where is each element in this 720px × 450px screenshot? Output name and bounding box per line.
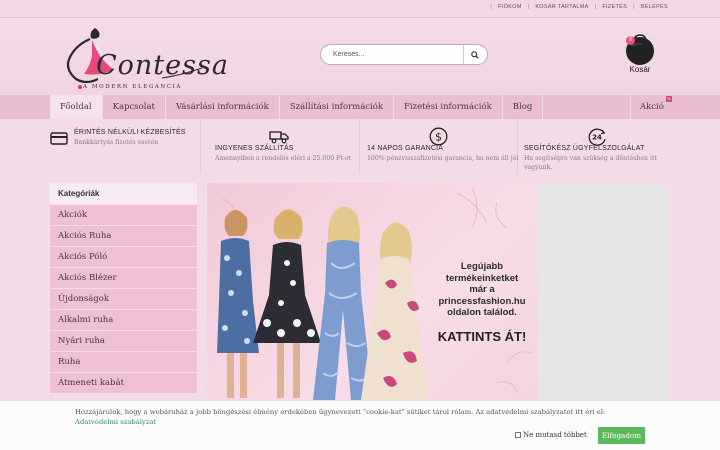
- search-input[interactable]: [321, 51, 463, 58]
- credit-card-icon: [50, 132, 68, 145]
- feature-desc: Bankkártyás fizetés esetén: [74, 139, 159, 146]
- promo-banner[interactable]: Legújabb termékeinketket már a princessf…: [207, 183, 538, 400]
- 24h-icon: 24: [588, 128, 606, 146]
- category-item-new[interactable]: Újdonságok: [50, 288, 197, 309]
- svg-text:$: $: [435, 130, 442, 143]
- category-heading: Kategóriák: [50, 183, 197, 204]
- category-sidebar: Kategóriák Akciók Akciós Ruha Akciós Pól…: [50, 183, 197, 393]
- category-item-occasion-dress[interactable]: Alkalmi ruha: [50, 309, 197, 330]
- account-links: | FIÓKOM | KOSÁR TARTALMA | FIZETÉS | BE…: [490, 4, 668, 10]
- nav-items: Főoldal Kapcsolat Vásárlási információk …: [50, 95, 544, 119]
- feature-title: 14 NAPOS GARANCIA: [367, 145, 444, 152]
- feature-title: ÉRINTÉS NÉLKÜLI KÉZBESÍTÉS: [74, 129, 186, 136]
- category-item-sale-tshirt[interactable]: Akciós Póló: [50, 246, 197, 267]
- feature-title: INGYENES SZÁLLÍTÁS: [215, 145, 294, 152]
- nav-item-shipping-info[interactable]: Szállítási információk: [280, 95, 395, 119]
- checkout-link[interactable]: FIZETÉS: [602, 4, 627, 10]
- feature-guarantee: $ 14 NAPOS GARANCIA 100% pénzvisszafizet…: [360, 119, 518, 174]
- nav-item-payment-info[interactable]: Fizetési információk: [394, 95, 503, 119]
- accept-cookies-button[interactable]: Elfogadom: [598, 427, 645, 444]
- category-item-sale-blazer[interactable]: Akciós Blézer: [50, 267, 197, 288]
- cart-label: Kosár: [629, 65, 651, 74]
- feature-desc: Amennyiben a rendelés eléri a 25.000 Ft-…: [215, 155, 352, 162]
- nav-item-contact[interactable]: Kapcsolat: [103, 95, 166, 119]
- nav-item-shopping-info[interactable]: Vásárlási információk: [166, 95, 280, 119]
- percent-badge-icon: %: [665, 96, 672, 102]
- category-item-summer-dress[interactable]: Nyári ruha: [50, 330, 197, 351]
- nav-item-sale[interactable]: Akció %: [630, 95, 673, 119]
- cart-contents-link[interactable]: KOSÁR TARTALMA: [535, 4, 588, 10]
- category-item-dress[interactable]: Ruha: [50, 351, 197, 372]
- feature-contactless: ÉRINTÉS NÉLKÜLI KÉZBESÍTÉS Bankkártyás f…: [40, 119, 201, 174]
- category-item-sale-dress[interactable]: Akciós Ruha: [50, 225, 197, 246]
- feature-title: SEGÍTŐKÉSZ ÜGYFÉLSZOLGÁLAT: [524, 145, 645, 152]
- feature-desc: 100% pénzvisszafizetési garancia, ha nem…: [367, 155, 519, 162]
- truck-icon: [269, 131, 289, 144]
- cookie-consent-bar: Hozzájárulok, hogy a webáruház a jobb bö…: [0, 400, 720, 450]
- main-nav: Főoldal Kapcsolat Vásárlási információk …: [0, 95, 720, 119]
- category-item-transition-coat[interactable]: Átmeneti kabát: [50, 372, 197, 393]
- logo-dot: [78, 85, 82, 89]
- dont-show-again-checkbox[interactable]: Ne mutasd többet: [515, 431, 587, 439]
- login-link[interactable]: BELÉPÉS: [641, 4, 668, 10]
- feature-free-shipping: INGYENES SZÁLLÍTÁS Amennyiben a rendelés…: [201, 119, 360, 174]
- site-logo[interactable]: Contessa A MODERN ELEGANCIA: [50, 22, 228, 92]
- category-item-sales[interactable]: Akciók: [50, 204, 197, 225]
- dollar-icon: $: [429, 127, 448, 146]
- cart-count-badge: 0: [626, 36, 635, 45]
- feature-support: 24 SEGÍTŐKÉSZ ÜGYFÉLSZOLGÁLAT Ha segítsé…: [518, 119, 670, 174]
- checkbox-label: Ne mutasd többet: [523, 431, 587, 439]
- search-icon: [470, 50, 479, 59]
- search-button[interactable]: [463, 45, 485, 64]
- nav-item-home[interactable]: Főoldal: [50, 95, 103, 119]
- privacy-policy-link[interactable]: Adatvédelmi szabályzat: [75, 418, 156, 426]
- feature-strip: ÉRINTÉS NÉLKÜLI KÉZBESÍTÉS Bankkártyás f…: [0, 119, 720, 174]
- nav-item-blog[interactable]: Blog: [503, 95, 544, 119]
- cart-button[interactable]: 0 Kosár: [620, 32, 660, 82]
- feature-desc: Ha segítségre van szükség a döntésben it…: [524, 155, 657, 171]
- cookie-message: Hozzájárulok, hogy a webáruház a jobb bö…: [75, 408, 606, 426]
- side-panel: [538, 183, 668, 400]
- my-account-link[interactable]: FIÓKOM: [498, 4, 522, 10]
- top-bar: | FIÓKOM | KOSÁR TARTALMA | FIZETÉS | BE…: [0, 0, 720, 18]
- banner-cta[interactable]: KATTINTS ÁT!: [427, 329, 537, 344]
- banner-headline: Legújabb termékeinketket már a princessf…: [438, 261, 526, 318]
- site-header: Contessa A MODERN ELEGANCIA 0 Kosár: [0, 18, 720, 95]
- nav-sale-label: Akció: [640, 102, 664, 112]
- logo-tagline: A MODERN ELEGANCIA: [83, 84, 183, 90]
- svg-text:24: 24: [592, 133, 602, 141]
- checkbox-icon[interactable]: [515, 432, 521, 438]
- logo-wordmark: Contessa: [96, 50, 229, 81]
- search-bar: [320, 44, 488, 65]
